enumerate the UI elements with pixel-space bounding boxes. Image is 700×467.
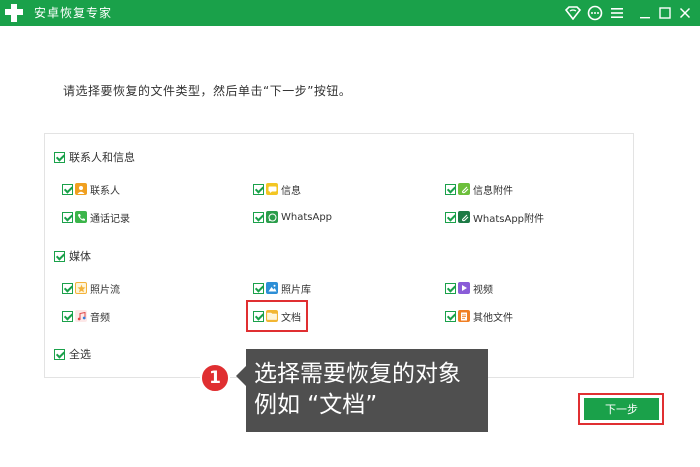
attachment-icon — [458, 183, 470, 195]
photo-library-icon — [266, 282, 278, 294]
file-type-audio[interactable]: 音频 — [62, 309, 110, 324]
file-type-call-log[interactable]: 通话记录 — [62, 210, 130, 225]
message-icon — [266, 183, 278, 195]
callout-line-2: 例如 “文档” — [254, 392, 378, 418]
item-label: 音频 — [90, 312, 110, 324]
group-checkbox[interactable] — [54, 151, 65, 163]
item-checkbox[interactable] — [253, 282, 264, 294]
next-button[interactable]: 下一步 — [583, 397, 660, 421]
item-checkbox[interactable] — [253, 183, 264, 195]
file-type-video[interactable]: 视频 — [445, 281, 493, 296]
maximize-icon[interactable] — [656, 4, 674, 22]
callout-arrow — [236, 366, 246, 386]
file-type-photostream[interactable]: 照片流 — [62, 281, 120, 296]
whatsapp-attachment-icon — [458, 211, 470, 223]
file-type-whatsapp[interactable]: WhatsApp — [253, 210, 332, 224]
group-media[interactable]: 媒体 — [54, 249, 91, 263]
phone-icon — [75, 211, 87, 223]
item-label: 联系人 — [90, 185, 120, 197]
item-checkbox[interactable] — [445, 282, 456, 294]
title-bar: 安卓恢复专家 — [0, 0, 700, 26]
file-type-whatsapp-attachments[interactable]: WhatsApp附件 — [445, 210, 545, 225]
item-label: 其他文件 — [473, 312, 513, 324]
file-type-messages[interactable]: 信息 — [253, 182, 301, 197]
video-icon — [458, 282, 470, 294]
file-type-other-files[interactable]: 其他文件 — [445, 309, 513, 324]
group-contacts-messages[interactable]: 联系人和信息 — [54, 150, 135, 164]
item-label: WhatsApp — [281, 211, 333, 223]
other-files-icon — [458, 310, 470, 322]
select-all-checkbox[interactable] — [54, 348, 65, 360]
item-label: WhatsApp附件 — [473, 213, 545, 225]
item-checkbox[interactable] — [445, 310, 456, 322]
callout-line-1: 选择需要恢复的对象 — [254, 361, 461, 387]
step-number-badge: 1 — [200, 363, 230, 393]
chat-icon[interactable] — [586, 4, 604, 22]
item-checkbox[interactable] — [445, 211, 456, 223]
close-icon[interactable] — [676, 4, 694, 22]
app-logo-icon — [5, 3, 23, 23]
item-checkbox[interactable] — [62, 211, 73, 223]
menu-icon[interactable] — [608, 4, 626, 22]
wifi-diamond-icon[interactable] — [564, 4, 582, 22]
item-label: 信息附件 — [473, 185, 513, 197]
contact-icon — [75, 183, 87, 195]
file-type-contacts[interactable]: 联系人 — [62, 182, 120, 197]
item-checkbox[interactable] — [62, 183, 73, 195]
file-type-message-attachments[interactable]: 信息附件 — [445, 182, 513, 197]
item-checkbox[interactable] — [62, 310, 73, 322]
app-title: 安卓恢复专家 — [34, 6, 113, 20]
file-type-panel — [44, 133, 634, 378]
item-label: 照片库 — [281, 284, 311, 296]
instruction-callout: 选择需要恢复的对象 例如 “文档” — [246, 349, 488, 432]
minimize-icon[interactable] — [636, 4, 654, 22]
item-label: 照片流 — [90, 284, 120, 296]
item-label: 通话记录 — [90, 213, 130, 225]
select-all[interactable]: 全选 — [54, 347, 91, 361]
whatsapp-icon — [266, 211, 278, 223]
item-checkbox[interactable] — [62, 282, 73, 294]
item-label: 视频 — [473, 284, 493, 296]
audio-icon — [75, 310, 87, 322]
item-label: 信息 — [281, 185, 301, 197]
group-checkbox[interactable] — [54, 250, 65, 262]
photostream-icon — [75, 282, 87, 294]
group-label: 媒体 — [69, 250, 91, 263]
group-label: 联系人和信息 — [69, 151, 135, 164]
instruction-text: 请选择要恢复的文件类型，然后单击“下一步”按钮。 — [63, 84, 352, 98]
item-checkbox[interactable] — [253, 211, 264, 223]
file-type-photo-library[interactable]: 照片库 — [253, 281, 311, 296]
documents-highlight — [246, 300, 308, 332]
item-checkbox[interactable] — [445, 183, 456, 195]
select-all-label: 全选 — [69, 348, 91, 361]
